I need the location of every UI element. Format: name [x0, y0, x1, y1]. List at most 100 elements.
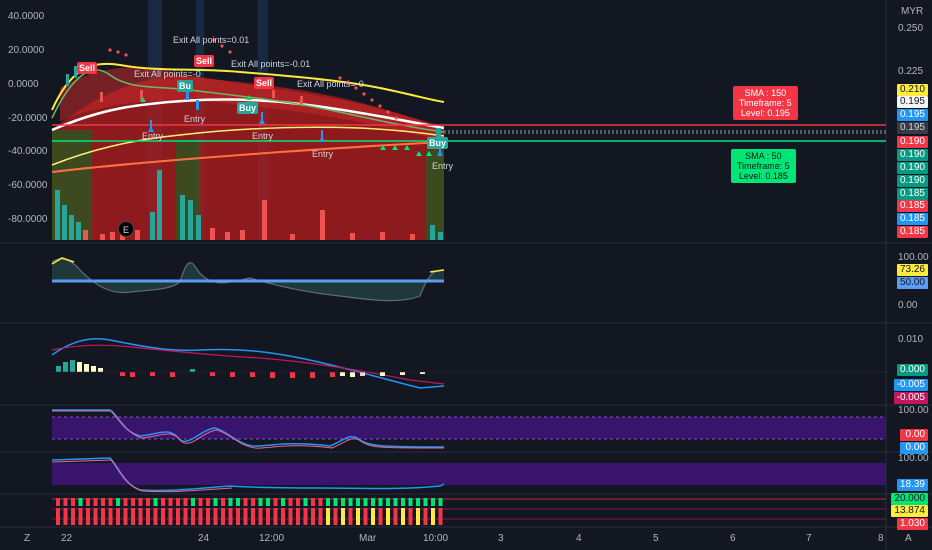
adx-dot — [108, 508, 113, 525]
left-axis-tick: -40.0000 — [8, 146, 48, 157]
adx-dot — [363, 498, 368, 506]
adx-dot — [266, 498, 270, 506]
time-tick: 10:00 — [423, 533, 449, 544]
adx-dot — [108, 498, 113, 506]
entry-label: Entry — [432, 161, 454, 171]
adx-dot — [296, 498, 300, 506]
adx-dot — [236, 498, 240, 506]
adx-dot — [341, 498, 345, 506]
adx-dot — [303, 508, 308, 525]
left-axis-tick: 20.0000 — [8, 45, 45, 56]
adx-dot — [356, 498, 360, 506]
macd-panel[interactable] — [51, 338, 886, 389]
event-marker[interactable]: E — [118, 221, 134, 237]
adx-dot — [191, 508, 195, 525]
adx-dot — [378, 508, 383, 525]
zoom-toggle-button[interactable]: Z — [24, 533, 30, 544]
left-axis-tick: 40.0000 — [8, 11, 45, 22]
adx-dot — [251, 508, 255, 525]
adx-dot — [326, 498, 330, 506]
buy-tag[interactable]: Buy — [237, 102, 259, 114]
sell-tag[interactable]: Sell — [254, 77, 275, 89]
entry-label: Entry — [184, 114, 206, 124]
adx-dot — [191, 498, 195, 506]
adx-dot — [86, 498, 90, 506]
adx-panel[interactable] — [52, 498, 886, 525]
callout-line: Level: 0.185 — [738, 171, 788, 181]
stoch2-panel[interactable] — [51, 457, 886, 493]
adx-dot — [408, 508, 413, 525]
adx-dot — [296, 508, 300, 525]
adx-dot — [438, 508, 443, 525]
adx-dot — [131, 508, 135, 525]
price-badge: 0.185 — [896, 200, 928, 212]
price-badge: 0.185 — [896, 213, 928, 225]
adx-dot — [243, 498, 248, 506]
adx-dot — [131, 498, 135, 506]
adx-dot — [63, 508, 68, 525]
rsi-panel[interactable] — [51, 257, 445, 302]
adx-dot — [176, 498, 180, 506]
price-badge: 0.190 — [896, 162, 928, 174]
adx-dot — [401, 508, 405, 525]
adx-dot — [101, 498, 105, 506]
currency-label: MYR — [901, 6, 924, 17]
adx-dot — [78, 498, 83, 506]
adx-dot — [183, 498, 188, 506]
buy-tag[interactable]: Bu — [177, 80, 193, 92]
auto-scale-button[interactable]: A — [905, 533, 912, 544]
adx-dot — [258, 498, 263, 506]
adx-dot — [378, 498, 383, 506]
adx-dot — [176, 508, 180, 525]
adx-value-badge: 13.874 — [891, 505, 928, 517]
adx-dot — [138, 498, 143, 506]
sma50-callout: SMA : 50 Timeframe: 5 Level: 0.185 — [731, 149, 796, 183]
adx-dot — [221, 498, 225, 506]
adx-dot — [71, 508, 75, 525]
time-tick: 12:00 — [259, 533, 285, 544]
price-badge: 0.195 — [896, 109, 928, 121]
time-tick: 3 — [498, 533, 504, 544]
adx-dot — [401, 498, 405, 506]
adx-dot — [236, 508, 240, 525]
buy-tag[interactable]: Buy — [427, 137, 449, 149]
adx-dot — [423, 508, 428, 525]
adx-dot — [123, 508, 128, 525]
adx-dot — [168, 508, 173, 525]
adx-dot — [371, 508, 375, 525]
adx-dot — [393, 508, 398, 525]
adx-dot — [78, 508, 83, 525]
exit-annotation: Exit All points=-0 — [297, 79, 364, 89]
adx-dot — [161, 508, 165, 525]
sell-tag[interactable]: Sell — [194, 55, 215, 67]
adx-dot — [153, 498, 158, 506]
adx-dot — [228, 498, 233, 506]
macd-axis-tick: 0.010 — [898, 334, 924, 345]
adx-dot — [341, 508, 345, 525]
left-axis-tick: -20.0000 — [8, 113, 48, 124]
adx-dot — [198, 498, 203, 506]
rsi-axis-tick: 100.00 — [898, 252, 929, 263]
time-tick: 6 — [730, 533, 736, 544]
adx-dot — [183, 508, 188, 525]
adx-dot — [198, 508, 203, 525]
stoch-panel[interactable] — [52, 409, 886, 449]
adx-dot — [318, 508, 323, 525]
price-badge: 0.185 — [896, 226, 928, 238]
entry-label: Entry — [252, 131, 274, 141]
adx-dot — [243, 508, 248, 525]
price-badge: 0.195 — [896, 122, 928, 134]
adx-dot — [326, 508, 330, 525]
entry-label: Entry — [312, 149, 334, 159]
adx-dot — [213, 508, 218, 525]
right-axis-tick: 0.250 — [898, 23, 924, 34]
trading-chart[interactable] — [0, 0, 932, 550]
left-axis-tick: -60.0000 — [8, 180, 48, 191]
adx-dot — [116, 508, 120, 525]
adx-dot — [371, 498, 375, 506]
callout-line: Level: 0.195 — [740, 108, 790, 118]
sell-tag[interactable]: Sell — [77, 62, 98, 74]
adx-dot — [56, 498, 60, 506]
rsi-axis-tick: 0.00 — [898, 300, 918, 311]
adx-dot — [408, 498, 413, 506]
